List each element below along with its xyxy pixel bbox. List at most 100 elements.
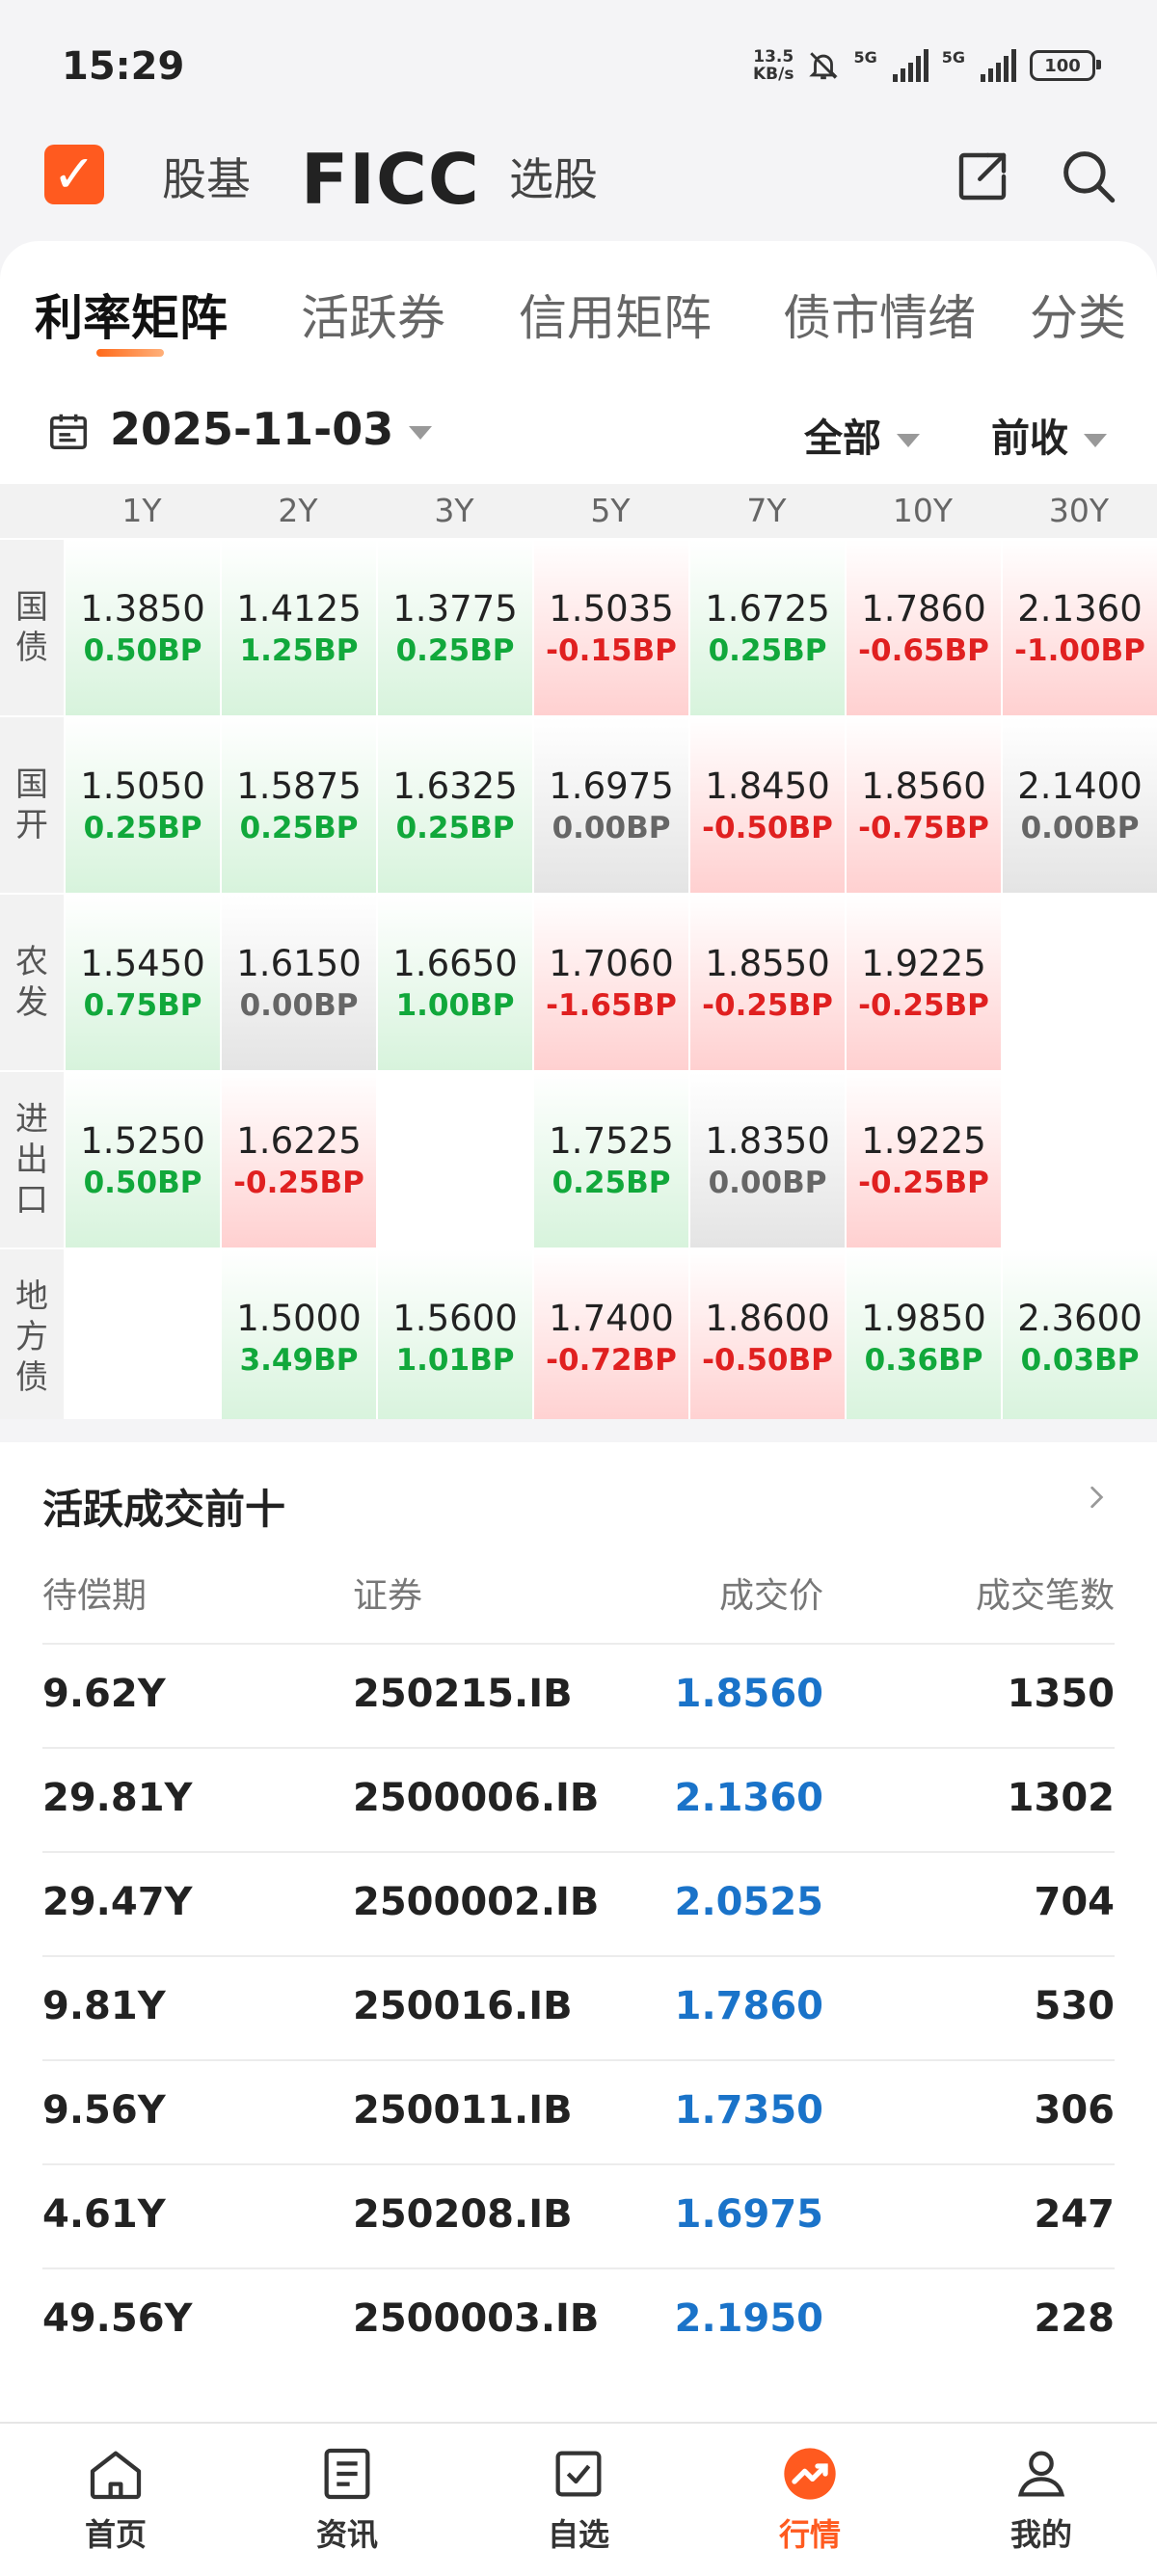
yield-cell[interactable]: 1.5035 -0.15BP bbox=[534, 540, 688, 715]
yield-cell[interactable]: 1.5000 3.49BP bbox=[222, 1249, 376, 1425]
price-cell: 1.7350 bbox=[674, 2088, 823, 2133]
yield-cell bbox=[378, 1072, 532, 1248]
table-row[interactable]: 29.81Y 2500006.IB 2.1360 1302 bbox=[42, 1747, 1115, 1851]
tab-rate-matrix[interactable]: 利率矩阵 bbox=[35, 280, 228, 349]
bp-change: 0.50BP bbox=[83, 632, 202, 668]
table-row[interactable]: 9.81Y 250016.IB 1.7860 530 bbox=[42, 1955, 1115, 2059]
matrix-header: 1Y 2Y 3Y 5Y 7Y 10Y 30Y bbox=[0, 484, 1157, 538]
bottom-nav: 首页 资讯 自选 行情 我的 bbox=[0, 2422, 1157, 2576]
tab-stock-picker[interactable]: 选股 bbox=[509, 145, 598, 208]
yield-cell[interactable]: 1.7400 -0.72BP bbox=[534, 1249, 688, 1425]
network-speed: 13.5 KB/s bbox=[753, 47, 794, 84]
app-header: ✓ 股基 FICC 选股 bbox=[0, 135, 1157, 241]
bp-change: 3.49BP bbox=[239, 1342, 359, 1378]
yield-cell[interactable]: 1.5050 0.25BP bbox=[66, 717, 220, 893]
yield-cell[interactable]: 1.6225 -0.25BP bbox=[222, 1072, 376, 1248]
yield-cell[interactable]: 1.6650 1.00BP bbox=[378, 895, 532, 1070]
yield-value: 1.9225 bbox=[861, 942, 986, 984]
row-label: 进出口 bbox=[0, 1072, 64, 1248]
table-row[interactable]: 9.56Y 250011.IB 1.7350 306 bbox=[42, 2059, 1115, 2163]
tab-category[interactable]: 分类 bbox=[1030, 280, 1126, 349]
bp-change: 1.00BP bbox=[395, 987, 515, 1023]
table-row[interactable]: 4.61Y 250208.IB 1.6975 247 bbox=[42, 2163, 1115, 2267]
yield-cell[interactable]: 1.8450 -0.50BP bbox=[690, 717, 845, 893]
tab-stocks-funds[interactable]: 股基 bbox=[162, 145, 251, 208]
bp-change: 0.25BP bbox=[83, 810, 202, 845]
yield-cell[interactable]: 1.6725 0.25BP bbox=[690, 540, 845, 715]
yield-cell bbox=[1003, 895, 1157, 1070]
calendar-icon[interactable] bbox=[46, 409, 91, 453]
yield-cell[interactable]: 1.5600 1.01BP bbox=[378, 1249, 532, 1425]
scope-dropdown[interactable]: 全部 bbox=[804, 407, 920, 463]
yield-cell[interactable]: 1.8560 -0.75BP bbox=[847, 717, 1001, 893]
bp-change: -0.15BP bbox=[546, 632, 677, 668]
price-cell: 1.8560 bbox=[674, 1672, 823, 1716]
yield-cell[interactable]: 1.9225 -0.25BP bbox=[847, 895, 1001, 1070]
yield-cell[interactable]: 1.9225 -0.25BP bbox=[847, 1072, 1001, 1248]
yield-cell[interactable]: 2.1360 -1.00BP bbox=[1003, 540, 1157, 715]
tab-active-bonds[interactable]: 活跃券 bbox=[301, 280, 445, 349]
compare-dropdown[interactable]: 前收 bbox=[991, 407, 1107, 463]
bp-change: -0.50BP bbox=[702, 810, 833, 845]
yield-cell[interactable]: 1.7060 -1.65BP bbox=[534, 895, 688, 1070]
yield-cell[interactable]: 1.9850 0.36BP bbox=[847, 1249, 1001, 1425]
signal-icon bbox=[892, 49, 928, 82]
yield-cell[interactable]: 1.6975 0.00BP bbox=[534, 717, 688, 893]
yield-cell[interactable]: 1.3850 0.50BP bbox=[66, 540, 220, 715]
yield-cell[interactable]: 1.5450 0.75BP bbox=[66, 895, 220, 1070]
bp-change: -0.25BP bbox=[702, 987, 833, 1023]
tab-ficc[interactable]: FICC bbox=[301, 139, 480, 220]
share-icon[interactable] bbox=[951, 145, 1014, 208]
yield-value: 1.8550 bbox=[705, 942, 830, 984]
table-row[interactable]: 29.47Y 2500002.IB 2.0525 704 bbox=[42, 1851, 1115, 1955]
yield-cell[interactable]: 1.8350 0.00BP bbox=[690, 1072, 845, 1248]
yield-cell[interactable]: 1.6325 0.25BP bbox=[378, 717, 532, 893]
matrix-corner bbox=[0, 484, 64, 538]
yield-cell[interactable]: 1.7860 -0.65BP bbox=[847, 540, 1001, 715]
yield-cell[interactable]: 1.4125 1.25BP bbox=[222, 540, 376, 715]
security-cell: 250011.IB bbox=[353, 2088, 573, 2133]
yield-cell[interactable]: 1.7525 0.25BP bbox=[534, 1072, 688, 1248]
bp-change: 0.50BP bbox=[83, 1165, 202, 1200]
bp-change: -0.25BP bbox=[233, 1165, 364, 1200]
table-row[interactable]: 49.56Y 2500003.IB 2.1950 228 bbox=[42, 2267, 1115, 2372]
bp-change: 0.00BP bbox=[239, 987, 359, 1023]
yield-cell[interactable]: 1.3775 0.25BP bbox=[378, 540, 532, 715]
bp-change: -0.65BP bbox=[858, 632, 989, 668]
status-bar: 15:29 13.5 KB/s 5G 5G 100 bbox=[0, 0, 1157, 135]
yield-value: 1.7860 bbox=[861, 587, 986, 630]
yield-value: 1.6150 bbox=[236, 942, 362, 984]
yield-value: 1.7525 bbox=[549, 1119, 674, 1162]
tab-bond-sentiment[interactable]: 债市情绪 bbox=[783, 280, 976, 349]
date-selector[interactable]: 2025-11-03 bbox=[110, 403, 433, 455]
nav-news[interactable]: 资讯 bbox=[270, 2443, 424, 2555]
matrix-row: 国债 1.3850 0.50BP 1.4125 1.25BP 1.3775 0.25BP 1.… bbox=[0, 538, 1157, 715]
term-cell: 4.61Y bbox=[42, 2192, 166, 2237]
yield-cell[interactable]: 1.8600 -0.50BP bbox=[690, 1249, 845, 1425]
yield-value: 1.3775 bbox=[392, 587, 518, 630]
bp-change: 0.25BP bbox=[708, 632, 827, 668]
yield-value: 1.5000 bbox=[236, 1297, 362, 1339]
chevron-down-icon bbox=[1084, 434, 1107, 447]
search-icon[interactable] bbox=[1057, 145, 1120, 208]
bp-change: -0.72BP bbox=[546, 1342, 677, 1378]
yield-cell[interactable]: 1.8550 -0.25BP bbox=[690, 895, 845, 1070]
yield-cell[interactable]: 1.6150 0.00BP bbox=[222, 895, 376, 1070]
nav-market[interactable]: 行情 bbox=[733, 2443, 887, 2555]
nav-home[interactable]: 首页 bbox=[39, 2443, 193, 2555]
sim2-label: 5G bbox=[941, 48, 965, 67]
yield-cell[interactable]: 2.3600 0.03BP bbox=[1003, 1249, 1157, 1425]
tab-credit-matrix[interactable]: 信用矩阵 bbox=[519, 280, 712, 349]
yield-cell[interactable]: 1.5875 0.25BP bbox=[222, 717, 376, 893]
column-header: 2Y bbox=[278, 492, 318, 529]
home-icon bbox=[90, 2451, 142, 2500]
table-row[interactable]: 9.62Y 250215.IB 1.8560 1350 bbox=[42, 1643, 1115, 1747]
row-label: 国开 bbox=[0, 717, 64, 893]
nav-profile[interactable]: 我的 bbox=[964, 2443, 1118, 2555]
nav-watchlist[interactable]: 自选 bbox=[501, 2443, 656, 2555]
yield-cell[interactable]: 2.1400 0.00BP bbox=[1003, 717, 1157, 893]
chevron-right-icon[interactable] bbox=[1084, 1485, 1109, 1510]
main-sheet: 利率矩阵 活跃券 信用矩阵 债市情绪 分类 2025-11-03 全部 前收 1… bbox=[0, 241, 1157, 2422]
bp-change: 0.00BP bbox=[552, 810, 671, 845]
yield-cell[interactable]: 1.5250 0.50BP bbox=[66, 1072, 220, 1248]
